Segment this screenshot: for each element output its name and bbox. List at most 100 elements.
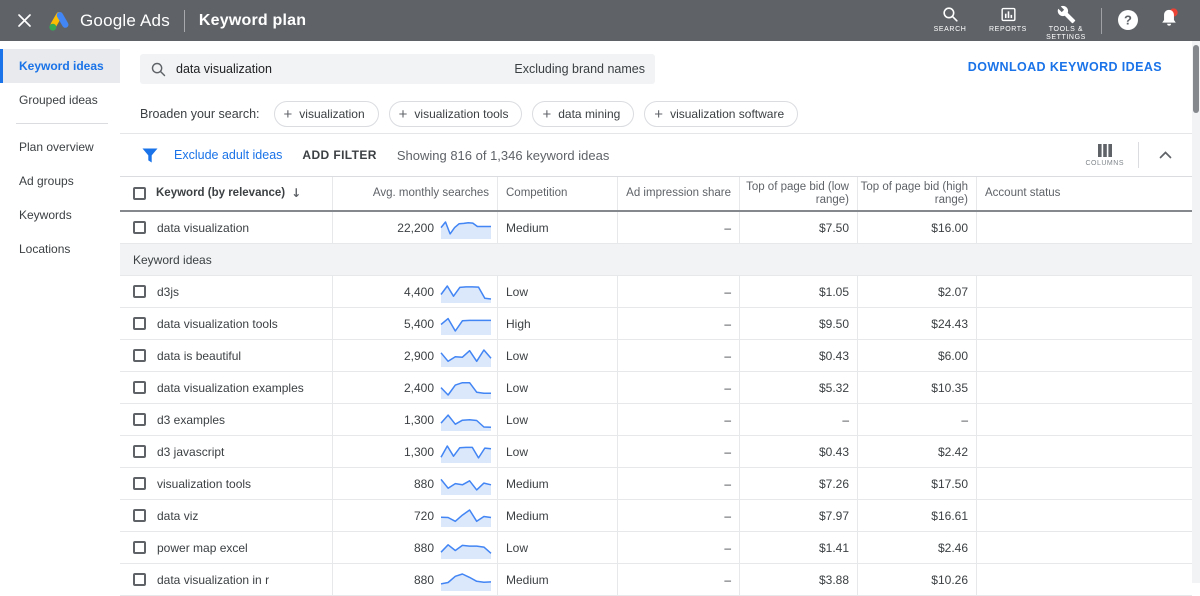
- add-filter-button[interactable]: ADD FILTER: [302, 148, 376, 162]
- cell-bid-high: $10.26: [857, 564, 976, 595]
- nav-reports-button[interactable]: REPORTS: [979, 5, 1037, 34]
- search-trend-sparkline: [440, 281, 492, 303]
- cell-checkbox: [120, 468, 156, 499]
- sidebar-item-ad-groups[interactable]: Ad groups: [0, 164, 120, 198]
- plus-icon: +: [654, 107, 663, 122]
- table-row[interactable]: data visualization22,200Medium–$7.50$16.…: [120, 212, 1192, 244]
- help-icon: ?: [1116, 8, 1140, 32]
- cell-bid-low: $1.05: [739, 276, 857, 307]
- cell-bid-high: $10.35: [857, 372, 976, 403]
- column-header-avg-monthly-searches[interactable]: Avg. monthly searches: [332, 177, 497, 210]
- sidebar-item-locations[interactable]: Locations: [0, 232, 120, 266]
- close-icon[interactable]: [15, 12, 33, 30]
- help-button[interactable]: ?: [1116, 8, 1140, 32]
- cell-avg-monthly-searches: 1,300: [332, 404, 497, 435]
- broaden-chip-data-mining[interactable]: +data mining: [532, 101, 634, 127]
- column-header-ad-impression-share[interactable]: Ad impression share: [617, 177, 739, 210]
- cell-competition: Low: [497, 372, 617, 403]
- table-row[interactable]: d3js4,400Low–$1.05$2.07: [120, 276, 1192, 308]
- cell-account-status: [976, 468, 1192, 499]
- row-checkbox[interactable]: [133, 445, 146, 458]
- table-row[interactable]: power map excel880Low–$1.41$2.46: [120, 532, 1192, 564]
- cell-ad-impression-share: –: [617, 500, 739, 531]
- search-trend-sparkline: [440, 441, 492, 463]
- download-keyword-ideas-button[interactable]: DOWNLOAD KEYWORD IDEAS: [968, 60, 1162, 74]
- cell-keyword: data is beautiful: [156, 340, 332, 371]
- cell-keyword: d3js: [156, 276, 332, 307]
- column-header-top-of-page-bid-high[interactable]: Top of page bid (high range): [857, 177, 976, 210]
- table-body: data visualization22,200Medium–$7.50$16.…: [120, 212, 1192, 596]
- table-row[interactable]: data viz720Medium–$7.97$16.61: [120, 500, 1192, 532]
- cell-competition: Low: [497, 276, 617, 307]
- notifications-button[interactable]: [1158, 7, 1180, 34]
- row-checkbox[interactable]: [133, 509, 146, 522]
- sidebar-item-grouped-ideas[interactable]: Grouped ideas: [0, 83, 120, 117]
- cell-bid-high: $16.00: [857, 212, 976, 243]
- cell-competition: Low: [497, 340, 617, 371]
- table-row[interactable]: d3 javascript1,300Low–$0.43$2.42: [120, 436, 1192, 468]
- cell-bid-low: $1.41: [739, 532, 857, 563]
- vertical-scrollbar[interactable]: [1192, 41, 1200, 583]
- nav-search-button[interactable]: SEARCH: [921, 5, 979, 34]
- sidebar-divider: [16, 123, 108, 124]
- cell-keyword: data visualization examples: [156, 372, 332, 403]
- column-header-top-of-page-bid-low[interactable]: Top of page bid (low range): [739, 177, 857, 210]
- broaden-chip-visualization[interactable]: +visualization: [274, 101, 379, 127]
- filter-funnel-icon[interactable]: [142, 148, 158, 163]
- cell-bid-high: $17.50: [857, 468, 976, 499]
- broaden-chip-visualization-tools[interactable]: +visualization tools: [389, 101, 523, 127]
- cell-ad-impression-share: –: [617, 564, 739, 595]
- main-content: data visualization Excluding brand names…: [120, 41, 1192, 583]
- scrollbar-thumb[interactable]: [1193, 45, 1199, 113]
- select-all-checkbox[interactable]: [133, 187, 146, 200]
- row-checkbox[interactable]: [133, 221, 146, 234]
- cell-checkbox: [120, 372, 156, 403]
- cell-keyword: d3 examples: [156, 404, 332, 435]
- sidebar-item-keyword-ideas[interactable]: Keyword ideas: [0, 49, 120, 83]
- cell-checkbox: [120, 212, 156, 243]
- column-header-keyword[interactable]: Keyword (by relevance)↓: [156, 177, 332, 210]
- sidebar-item-keywords[interactable]: Keywords: [0, 198, 120, 232]
- table-row[interactable]: data visualization tools5,400High–$9.50$…: [120, 308, 1192, 340]
- column-header-competition[interactable]: Competition: [497, 177, 617, 210]
- table-row[interactable]: data is beautiful2,900Low–$0.43$6.00: [120, 340, 1192, 372]
- sidebar-item-plan-overview[interactable]: Plan overview: [0, 130, 120, 164]
- cell-avg-monthly-searches: 2,400: [332, 372, 497, 403]
- columns-button[interactable]: COLUMNS: [1085, 144, 1124, 167]
- nav-tools-settings-button[interactable]: TOOLS & SETTINGS: [1037, 5, 1095, 42]
- cell-checkbox: [120, 436, 156, 467]
- cell-checkbox: [120, 308, 156, 339]
- plus-icon: +: [399, 107, 408, 122]
- table-row[interactable]: visualization tools880Medium–$7.26$17.50: [120, 468, 1192, 500]
- exclude-adult-ideas-link[interactable]: Exclude adult ideas: [174, 148, 282, 162]
- cell-checkbox: [120, 564, 156, 595]
- search-trend-sparkline: [440, 505, 492, 527]
- row-checkbox[interactable]: [133, 573, 146, 586]
- row-checkbox[interactable]: [133, 381, 146, 394]
- row-checkbox[interactable]: [133, 349, 146, 362]
- row-checkbox[interactable]: [133, 477, 146, 490]
- table-row[interactable]: data visualization in r880Medium–$3.88$1…: [120, 564, 1192, 596]
- cell-account-status: [976, 212, 1192, 243]
- cell-ad-impression-share: –: [617, 532, 739, 563]
- table-row[interactable]: data visualization examples2,400Low–$5.3…: [120, 372, 1192, 404]
- row-checkbox[interactable]: [133, 541, 146, 554]
- row-checkbox[interactable]: [133, 413, 146, 426]
- row-checkbox[interactable]: [133, 285, 146, 298]
- search-trend-sparkline: [440, 569, 492, 591]
- row-checkbox[interactable]: [133, 317, 146, 330]
- cell-competition: Medium: [497, 564, 617, 595]
- cell-checkbox: [120, 276, 156, 307]
- cell-competition: Low: [497, 404, 617, 435]
- broaden-chip-visualization-software[interactable]: +visualization software: [644, 101, 798, 127]
- keyword-search-input[interactable]: data visualization Excluding brand names: [140, 54, 655, 84]
- table-row[interactable]: d3 examples1,300Low–––: [120, 404, 1192, 436]
- cell-avg-monthly-searches: 5,400: [332, 308, 497, 339]
- search-trend-sparkline: [440, 217, 492, 239]
- collapse-chevron-up-icon[interactable]: [1155, 147, 1176, 163]
- cell-avg-monthly-searches: 22,200: [332, 212, 497, 243]
- broaden-search-row: Broaden your search: +visualization +vis…: [120, 95, 1192, 134]
- cell-bid-high: $2.46: [857, 532, 976, 563]
- cell-competition: Medium: [497, 212, 617, 243]
- column-header-account-status[interactable]: Account status: [976, 177, 1192, 210]
